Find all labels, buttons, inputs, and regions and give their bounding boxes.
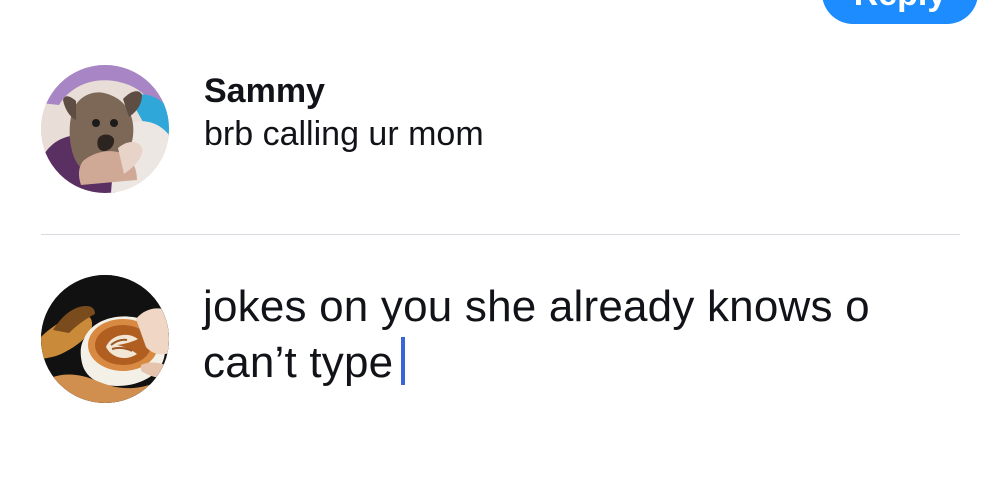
current-user-avatar[interactable] <box>41 275 169 403</box>
avatar[interactable] <box>41 65 169 193</box>
divider <box>41 234 960 235</box>
dog-avatar-icon <box>41 65 169 193</box>
comment-input[interactable]: jokes on you she already knows o can’t t… <box>203 279 963 391</box>
comment-author[interactable]: Sammy <box>204 71 325 111</box>
text-cursor <box>401 337 406 385</box>
comment: Sammy brb calling ur mom <box>41 65 960 195</box>
latte-art-avatar-icon <box>41 275 169 403</box>
comment-input-text: jokes on you she already knows o can’t t… <box>203 282 870 387</box>
comment-composer: jokes on you she already knows o can’t t… <box>41 275 960 415</box>
comment-text: brb calling ur mom <box>204 115 484 153</box>
reply-button[interactable]: Reply <box>822 0 978 24</box>
